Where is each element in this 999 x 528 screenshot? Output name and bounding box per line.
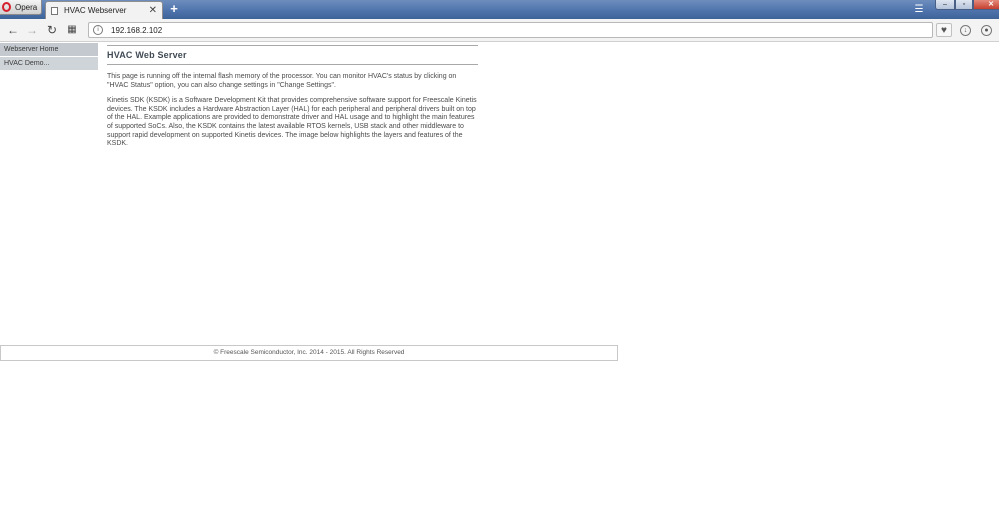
opera-menu-label: Opera xyxy=(15,2,38,12)
main-content: HVAC Web Server This page is running off… xyxy=(107,45,478,149)
page-footer: © Freescale Semiconductor, Inc. 2014 - 2… xyxy=(0,345,618,361)
tab-hvac-webserver[interactable]: HVAC Webserver ✕ xyxy=(45,1,163,19)
arrow-left-icon[interactable]: ← xyxy=(6,23,20,37)
info-icon[interactable]: i xyxy=(93,25,103,35)
opera-menu-button[interactable]: Opera xyxy=(0,0,42,15)
tab-title: HVAC Webserver xyxy=(64,6,127,15)
maximize-button[interactable]: ▫ xyxy=(955,0,973,10)
minimize-button[interactable]: – xyxy=(935,0,955,10)
sidebar-item-webserver-home[interactable]: Webserver Home xyxy=(0,43,98,57)
arrow-right-icon[interactable]: → xyxy=(25,23,39,37)
grid-icon[interactable]: ▦ xyxy=(65,23,79,37)
ksdk-paragraph: Kinetis SDK (KSDK) is a Software Develop… xyxy=(107,97,477,148)
address-bar[interactable]: i 192.168.2.102 xyxy=(88,22,933,38)
page-title: HVAC Web Server xyxy=(107,50,187,60)
intro-paragraph: This page is running off the internal fl… xyxy=(107,73,457,89)
browser-titlebar: Opera HVAC Webserver ✕ + ☰ – ▫ ✕ xyxy=(0,0,999,19)
window-controls: – ▫ ✕ xyxy=(935,0,999,10)
reload-icon[interactable]: ↻ xyxy=(45,23,59,37)
browser-toolbar: ← → ↻ ▦ i 192.168.2.102 ♥ ↓ ● xyxy=(0,19,999,42)
page-icon xyxy=(51,6,58,15)
close-window-button[interactable]: ✕ xyxy=(973,0,999,10)
tab-menu-icon[interactable]: ☰ xyxy=(913,4,925,15)
download-icon[interactable]: ↓ xyxy=(960,25,971,36)
tab-close-icon[interactable]: ✕ xyxy=(149,5,157,16)
heart-icon[interactable]: ♥ xyxy=(936,23,952,37)
copyright-text: © Freescale Semiconductor, Inc. 2014 - 2… xyxy=(213,349,405,356)
sidebar-item-hvac-demo[interactable]: HVAC Demo... xyxy=(0,57,98,71)
new-tab-button[interactable]: + xyxy=(168,2,180,15)
account-icon[interactable]: ● xyxy=(981,25,992,36)
opera-logo-icon xyxy=(2,2,11,12)
sidebar-nav: Webserver Home HVAC Demo... xyxy=(0,43,98,71)
title-divider xyxy=(107,64,478,65)
url-text[interactable]: 192.168.2.102 xyxy=(111,26,162,35)
